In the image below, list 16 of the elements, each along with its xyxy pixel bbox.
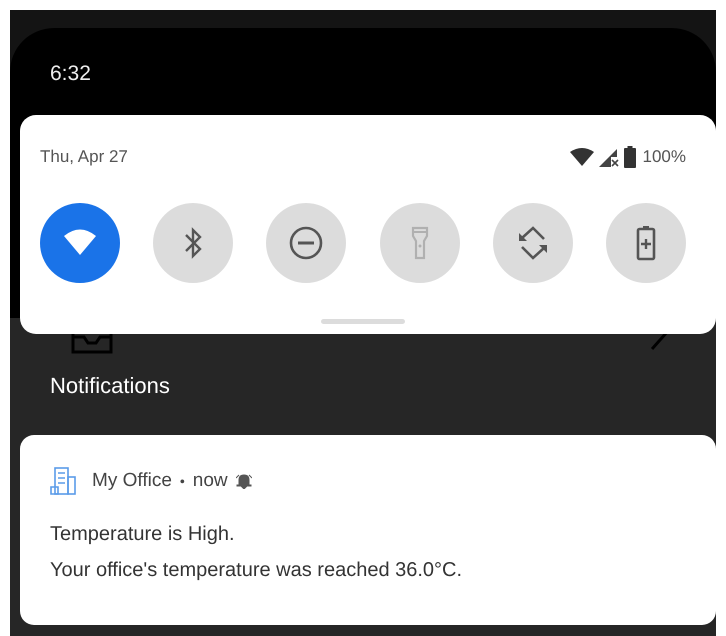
- bell-icon: [236, 473, 252, 489]
- date-text: Thu, Apr 27: [40, 147, 128, 167]
- notifications-heading: Notifications: [49, 372, 171, 400]
- app-name: My Office: [92, 470, 172, 492]
- battery-percent: 100%: [642, 147, 686, 167]
- notification-text: Your office's temperature was reached 36.0°C.: [50, 558, 464, 583]
- cell-signal-icon: [598, 147, 619, 167]
- separator-dot: •: [180, 473, 185, 489]
- notification-time: now: [192, 470, 228, 492]
- building-icon: [50, 467, 76, 495]
- notification-card[interactable]: My Office • now Temperature is High. Your office's temperature was reached 36.0°C.: [20, 435, 716, 625]
- wifi-signal-icon: [570, 148, 594, 166]
- battery-icon: [624, 146, 636, 168]
- drag-handle[interactable]: [321, 319, 405, 324]
- notification-title: Temperature is High.: [50, 522, 236, 547]
- clock-time: 6:32: [50, 62, 91, 85]
